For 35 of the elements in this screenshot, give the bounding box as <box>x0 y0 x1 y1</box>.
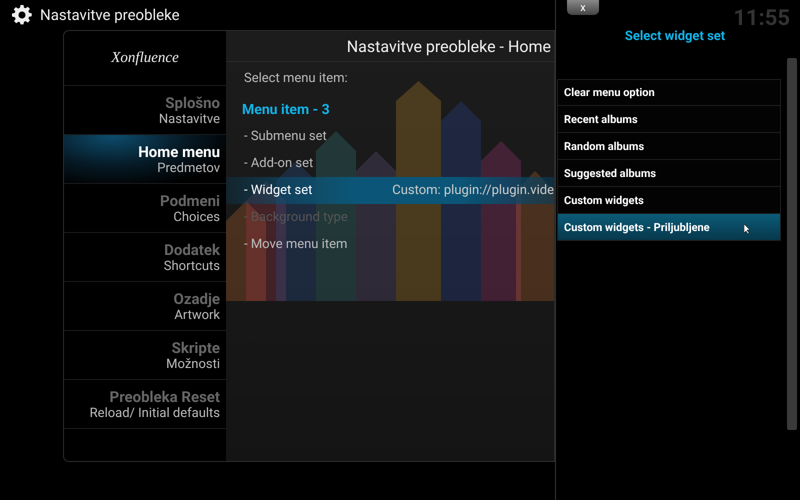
sidebar-item[interactable]: Home menu Predmetov <box>64 135 226 184</box>
sidebar-item-subtitle: Reload/ Initial defaults <box>90 406 220 420</box>
sidebar-item-subtitle: Choices <box>173 210 220 224</box>
sidebar-item-title: Podmeni <box>160 192 220 210</box>
close-button[interactable]: x <box>567 0 599 15</box>
sidebar-item-title: Ozadje <box>174 290 220 308</box>
widget-option[interactable]: Clear menu option <box>557 79 781 106</box>
window-title: Nastavitve preobleke <box>40 6 180 24</box>
settings-icon <box>12 5 32 25</box>
sidebar-item-title: Home menu <box>138 142 220 160</box>
widget-option[interactable]: Custom widgets <box>557 187 781 214</box>
option-value: Custom: plugin://plugin.vide <box>392 183 554 198</box>
sidebar-item-title: Dodatek <box>164 240 220 258</box>
menu-option[interactable]: - Move menu item <box>226 231 554 258</box>
sidebar-item-subtitle: Nastavitve <box>158 112 220 126</box>
dialog-title: Nastavitve preobleke - Home <box>226 31 554 62</box>
prompt-label: Select menu item: <box>243 70 349 88</box>
widget-option[interactable]: Suggested albums <box>557 160 781 187</box>
menu-option[interactable]: - Submenu set <box>226 123 554 150</box>
menu-option[interactable]: - Add-on set <box>226 150 554 177</box>
sidebar-item-title: Preobleka Reset <box>110 388 220 406</box>
widget-option[interactable]: Custom widgets - Priljubljene <box>557 214 781 241</box>
widget-option[interactable]: Recent albums <box>557 106 781 133</box>
sidebar-item-subtitle: Možnosti <box>166 356 220 372</box>
sidebar-item-subtitle: Shortcuts <box>164 258 220 274</box>
sidebar-item-title: Skripte <box>172 338 220 356</box>
menu-item-label: Menu item - 3 <box>241 101 331 120</box>
menu-option[interactable]: - Widget set Custom: plugin://plugin.vide <box>226 177 554 204</box>
widget-option[interactable]: Random albums <box>557 133 781 160</box>
cursor-icon <box>744 224 751 234</box>
scrollbar[interactable] <box>787 58 797 430</box>
sidebar-item-subtitle: Predmetov <box>157 160 220 176</box>
panel-title: Select widget set <box>624 29 726 44</box>
sidebar-item-subtitle: Artwork <box>174 308 220 322</box>
sidebar-item-title: Splošno <box>165 94 220 112</box>
